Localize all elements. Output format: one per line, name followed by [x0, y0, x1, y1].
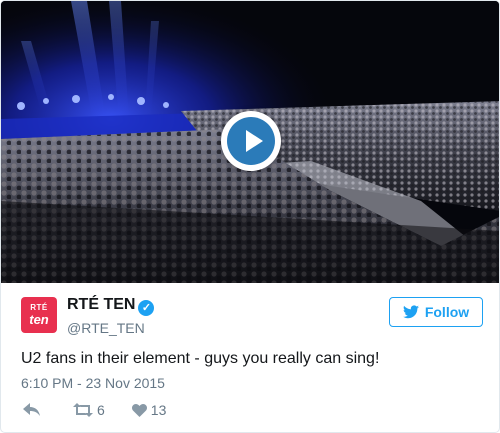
- follow-label: Follow: [424, 304, 470, 320]
- avatar-line1: RTÉ: [30, 303, 48, 312]
- reply-button[interactable]: [23, 403, 40, 417]
- like-button[interactable]: 13: [131, 402, 167, 418]
- tweet-actions: 6 13: [23, 400, 166, 420]
- heart-icon: [131, 403, 147, 417]
- retweet-button[interactable]: 6: [73, 402, 105, 418]
- avatar[interactable]: RTÉ ten: [21, 297, 57, 333]
- tweet-timestamp[interactable]: 6:10 PM - 23 Nov 2015: [21, 373, 165, 393]
- display-name-row[interactable]: RTÉ TEN ✓: [67, 295, 155, 316]
- follow-button[interactable]: Follow: [389, 297, 483, 327]
- retweet-icon: [73, 403, 93, 417]
- twitter-bird-icon: [402, 305, 419, 319]
- like-count: 13: [150, 402, 167, 418]
- reply-icon: [23, 403, 40, 416]
- retweet-count: 6: [97, 402, 105, 418]
- verified-badge-icon: ✓: [138, 300, 155, 316]
- play-icon: [227, 117, 275, 165]
- avatar-line2: ten: [29, 312, 49, 327]
- display-name[interactable]: RTÉ TEN: [67, 296, 135, 313]
- video-thumbnail[interactable]: [1, 1, 499, 283]
- handle[interactable]: @RTE_TEN: [67, 318, 154, 338]
- tweet-header: RTÉ ten RTÉ TEN ✓ @RTE_TEN Follow: [21, 295, 483, 339]
- tweet-text: U2 fans in their element - guys you real…: [21, 350, 380, 367]
- account-names: RTÉ TEN ✓ @RTE_TEN: [67, 295, 155, 338]
- play-button[interactable]: [221, 111, 281, 171]
- tweet-embed-card: RTÉ ten RTÉ TEN ✓ @RTE_TEN Follow U2 fans…: [0, 0, 500, 433]
